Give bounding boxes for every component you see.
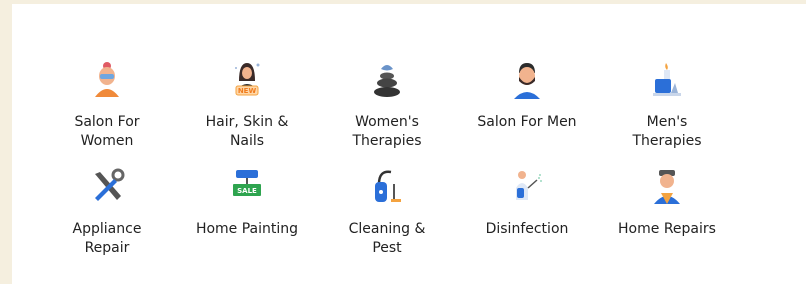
service-label: Disinfection [485, 221, 569, 237]
man-beard-icon [507, 59, 547, 99]
candle-icon [647, 59, 687, 99]
service-label: Women's Therapies [352, 114, 422, 149]
services-card: Salon For Women NEW Hair, Skin & Nails W… [12, 4, 806, 284]
service-disinfection[interactable]: Disinfection [457, 166, 597, 239]
service-womens-therapies[interactable]: Women's Therapies [317, 59, 457, 151]
tools-icon [87, 166, 127, 206]
service-mens-therapies[interactable]: Men's Therapies [597, 59, 737, 151]
woman-new-icon: NEW [227, 59, 267, 99]
service-label: Hair, Skin & Nails [205, 114, 289, 149]
service-cleaning-pest[interactable]: Cleaning & Pest [317, 166, 457, 258]
service-label: Home Painting [195, 221, 299, 237]
repairman-icon [647, 166, 687, 206]
service-label: Appliance Repair [72, 221, 142, 256]
service-salon-for-men[interactable]: Salon For Men [457, 59, 597, 132]
paint-roller-icon: SALE [227, 166, 267, 206]
woman-facial-icon [87, 59, 127, 99]
service-appliance-repair[interactable]: Appliance Repair [37, 166, 177, 258]
service-label: Salon For Men [477, 114, 577, 130]
stones-icon [367, 59, 407, 99]
new-badge: NEW [238, 87, 257, 95]
service-label: Cleaning & Pest [348, 221, 426, 256]
service-hair-skin-nails[interactable]: NEW Hair, Skin & Nails [177, 59, 317, 151]
sale-badge: SALE [237, 187, 257, 195]
sprayer-icon [507, 166, 547, 206]
service-home-painting[interactable]: SALE Home Painting [177, 166, 317, 239]
service-label: Men's Therapies [632, 114, 702, 149]
service-label: Home Repairs [618, 221, 716, 237]
service-label: Salon For Women [74, 114, 140, 149]
service-home-repairs[interactable]: Home Repairs [597, 166, 737, 239]
service-salon-for-women[interactable]: Salon For Women [37, 59, 177, 151]
vacuum-icon [367, 166, 407, 206]
